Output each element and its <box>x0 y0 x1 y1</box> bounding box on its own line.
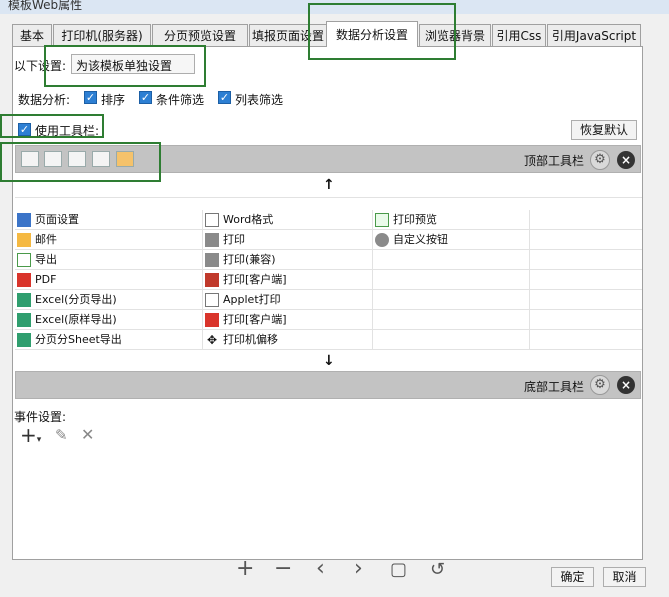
sort-checkbox[interactable]: ✓ <box>84 91 97 104</box>
highlight-box-settings <box>44 45 206 87</box>
bottom-toolbar-remove-icon[interactable]: × <box>617 376 635 394</box>
restore-default-button[interactable]: 恢复默认 <box>571 120 637 140</box>
item-printer-offset[interactable]: ✥ 打印机偏移 <box>205 330 278 350</box>
tab-javascript[interactable]: 引用JavaScript <box>547 24 641 46</box>
printer-icon <box>205 233 219 247</box>
cancel-button[interactable]: 取消 <box>603 567 646 587</box>
item-sheet-export[interactable]: 分页分Sheet导出 <box>17 330 122 350</box>
pdf-icon <box>17 273 31 287</box>
tab-printer-server[interactable]: 打印机(服务器) <box>53 24 151 46</box>
condition-filter-label: 条件筛选 <box>156 93 205 107</box>
item-page-setup[interactable]: 页面设置 <box>17 210 79 230</box>
highlight-box-use-toolbar <box>0 114 104 138</box>
flash-print-icon <box>205 273 219 287</box>
print-preview-icon <box>375 213 389 227</box>
item-custom-button[interactable]: 自定义按钮 <box>375 230 448 250</box>
highlight-box-toolbar-icons <box>0 142 161 182</box>
edit-event-icon[interactable]: ✎ <box>55 426 68 444</box>
add-icon[interactable]: + <box>236 556 254 581</box>
excel-icon <box>17 313 31 327</box>
item-applet-print[interactable]: Applet打印 <box>205 290 281 310</box>
item-print-compatible[interactable]: 打印(兼容) <box>205 250 276 270</box>
chevron-right-icon[interactable]: › <box>354 556 363 581</box>
move-up-icon[interactable]: ↑ <box>323 177 335 193</box>
top-toolbar-remove-icon[interactable]: × <box>617 151 635 169</box>
fit-icon[interactable]: ▢ <box>390 559 407 580</box>
pdf-icon <box>205 313 219 327</box>
sort-label: 排序 <box>101 93 126 107</box>
item-print-client[interactable]: 打印[客户端] <box>205 270 287 290</box>
move-icon: ✥ <box>206 333 218 347</box>
tab-data-analysis[interactable]: 数据分析设置 <box>326 21 418 47</box>
word-icon <box>205 213 219 227</box>
tab-page-preview[interactable]: 分页预览设置 <box>152 24 248 46</box>
tab-css[interactable]: 引用Css <box>492 24 546 46</box>
tab-basic[interactable]: 基本 <box>12 24 52 46</box>
minus-icon[interactable]: − <box>274 556 292 581</box>
excel-icon <box>17 333 31 347</box>
printer-icon <box>205 253 219 267</box>
top-toolbar-label: 顶部工具栏 <box>524 154 585 168</box>
event-list[interactable] <box>14 446 641 558</box>
item-print-client-pdf[interactable]: 打印[客户端] <box>205 310 287 330</box>
item-pdf[interactable]: PDF <box>17 270 56 290</box>
chevron-left-icon[interactable]: ‹ <box>316 556 325 581</box>
gear-icon <box>375 233 389 247</box>
item-print[interactable]: 打印 <box>205 230 245 250</box>
item-email[interactable]: 邮件 <box>17 230 57 250</box>
analysis-label: 数据分析: <box>18 93 71 107</box>
delete-event-icon[interactable]: ✕ <box>81 425 94 444</box>
list-filter-checkbox[interactable]: ✓ <box>218 91 231 104</box>
export-icon <box>17 253 31 267</box>
ok-button[interactable]: 确定 <box>551 567 594 587</box>
page-setup-icon <box>17 213 31 227</box>
applet-icon <box>205 293 219 307</box>
top-toolbar-settings-icon[interactable]: ⚙ <box>590 150 610 170</box>
email-icon <box>17 233 31 247</box>
window-title: 模板Web属性 <box>8 0 83 12</box>
list-filter-label: 列表筛选 <box>235 93 284 107</box>
rotate-icon[interactable]: ↺ <box>430 559 445 580</box>
move-down-icon[interactable]: ↓ <box>323 353 335 369</box>
item-excel-paged[interactable]: Excel(分页导出) <box>17 290 117 310</box>
add-event-icon[interactable]: +▾ <box>20 423 41 447</box>
excel-icon <box>17 293 31 307</box>
item-excel-original[interactable]: Excel(原样导出) <box>17 310 117 330</box>
bottom-toolbar-label: 底部工具栏 <box>524 380 585 394</box>
item-word-format[interactable]: Word格式 <box>205 210 273 230</box>
bottom-toolbar-settings-icon[interactable]: ⚙ <box>590 375 610 395</box>
condition-filter-checkbox[interactable]: ✓ <box>139 91 152 104</box>
item-export[interactable]: 导出 <box>17 250 57 270</box>
item-print-preview[interactable]: 打印预览 <box>375 210 437 230</box>
